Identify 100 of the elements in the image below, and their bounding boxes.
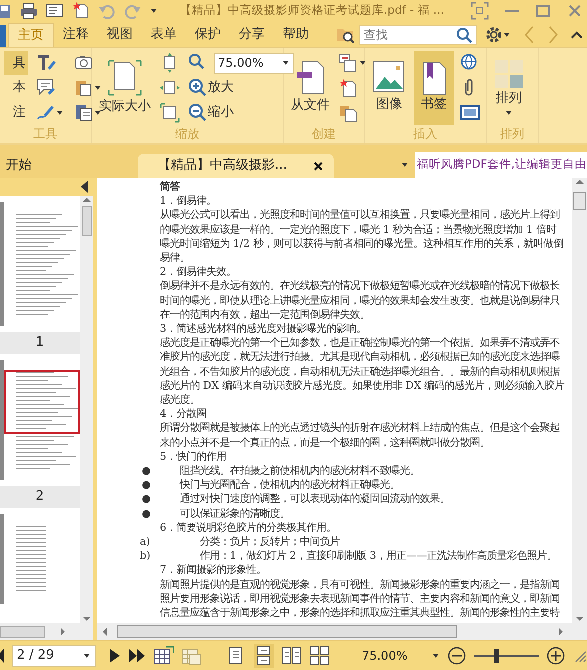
mail-icon (46, 2, 64, 20)
close-icon (567, 3, 583, 19)
search-field[interactable]: 查找 (359, 24, 477, 44)
next-icon (108, 646, 120, 664)
scrollbar-thumb[interactable] (573, 192, 586, 210)
mail-button[interactable] (46, 2, 64, 20)
image-icon (373, 61, 406, 96)
menu-tab[interactable]: 注释 (54, 23, 98, 47)
page-thumbnail[interactable] (0, 202, 80, 326)
caret-icon (56, 108, 64, 117)
page-number-field[interactable]: 2 / 29 (12, 644, 96, 666)
caret-icon (82, 652, 91, 660)
last-page-icon (128, 646, 146, 664)
image-button[interactable]: 图像 (369, 51, 410, 125)
fit-visible-button[interactable] (158, 100, 182, 125)
page-number: 1 (0, 332, 80, 354)
collapse-panel-button[interactable] (79, 179, 89, 195)
group-label: 缩放 (174, 126, 200, 143)
paragraph: 倒易律并不是永远有效的。在光线极亮的情况下做极短暂曝光或在光线极暗的情况下做极长时间的曝光，即使从理论上讲曝光量应相同，曝光的效果却会发生改变。也就是说倒易律只在一的范围内有效，超出一定范围倒易律失效。 (159, 279, 561, 322)
bullet-marker: ● (141, 492, 152, 507)
stamp-icon (74, 102, 94, 123)
scroll-right-icon[interactable] (557, 626, 565, 636)
previous-view-button[interactable] (154, 646, 174, 666)
scroll-left-icon[interactable] (101, 626, 109, 636)
tool-button[interactable]: 注 (4, 100, 28, 125)
zoom-in-button[interactable] (547, 646, 565, 664)
collapse-icon (79, 179, 89, 195)
scrollbar-thumb[interactable] (0, 626, 45, 638)
next-page-button[interactable] (108, 646, 120, 664)
scrollbar-thumb[interactable] (82, 206, 92, 236)
minimize-button[interactable] (505, 9, 519, 13)
page-view-button[interactable] (310, 644, 330, 668)
arrange-button[interactable]: 排列 (491, 51, 527, 125)
paragraph: 所谓分散圈就是被摄体上的光点透过镜头的折射在感光材料上结成的焦点。但是这个会聚起来的小点并不是一个真正的点，而是一个极细的圈，这种圈就叫做分散圈。 (159, 421, 561, 450)
zoom-out-icon (448, 646, 466, 664)
scrollbar-thumb[interactable] (117, 625, 457, 638)
fit-visible-icon (160, 102, 180, 123)
caret-icon (282, 59, 290, 68)
zoom-out-icon (188, 102, 208, 123)
document-tab[interactable]: 【精品】中高级摄影... (138, 154, 334, 178)
file-icon (294, 60, 326, 96)
page-view-button[interactable] (254, 644, 274, 668)
actual-size-button[interactable]: 实际大小 (96, 51, 154, 125)
fullscreen-button[interactable] (471, 2, 489, 20)
menu-tab[interactable]: 表单 (142, 23, 186, 47)
group-label: 创建 (311, 126, 337, 143)
tab-list-button[interactable] (400, 161, 411, 169)
menu-tab[interactable]: 帮助 (274, 23, 318, 47)
search-icon[interactable] (456, 26, 473, 44)
zoom-level-text: 75.00% (362, 648, 408, 664)
paragraph: 6．简要说明彩色胶片的分类极其作用。 (159, 520, 338, 536)
paragraph: 3．简述感光材料的感光度对摄影曝光的影响。 (159, 322, 368, 336)
caret-icon (505, 108, 513, 117)
tool-button[interactable]: 具 (4, 51, 28, 76)
settings-button[interactable] (485, 26, 511, 44)
zoom-out-button[interactable] (448, 646, 466, 664)
customize-button[interactable] (150, 7, 158, 15)
zoom-select[interactable]: 75.00% (214, 52, 294, 74)
caret-icon (94, 84, 102, 92)
maximize-icon (535, 3, 551, 19)
heading: 简答 (159, 180, 182, 194)
list-item-text: 作用：1，做幻灯片 2，直接印刷制版 3，用正——正洗法制作高质量彩色照片。 (200, 549, 558, 564)
menu-tab[interactable]: 分享 (230, 23, 274, 47)
last-page-button[interactable] (128, 646, 146, 664)
close-button[interactable] (567, 3, 583, 19)
bookmark-button[interactable]: 书签 (414, 51, 454, 125)
zoom-in-icon (547, 646, 565, 664)
paragraph: 7．新闻摄影的形象性。 (159, 563, 268, 578)
save-button[interactable] (0, 2, 12, 20)
tool-button[interactable]: 本 (4, 76, 28, 100)
table-icon (154, 646, 174, 666)
window-title: 【精品】中高级摄影师资格证考试题库.pdf - 福 ... (180, 2, 444, 20)
scroll-right-icon[interactable] (59, 626, 67, 636)
video-icon (460, 102, 480, 123)
new-document-icon (72, 1, 90, 21)
maximize-button[interactable] (535, 3, 551, 19)
list-item-text: 快门与光圈配合，使相机内的感光材料正确曝光。 (180, 478, 400, 492)
paragraph: 2．倒易律失效。 (159, 265, 238, 280)
bullet-marker: ● (141, 464, 152, 478)
menu-tab[interactable]: 视图 (98, 23, 142, 47)
slider-thumb[interactable] (494, 648, 499, 662)
fullscreen-icon (471, 2, 489, 20)
menu-tab[interactable]: 保护 (186, 23, 230, 47)
close-icon[interactable] (313, 160, 324, 172)
zoom-menu-button[interactable] (432, 652, 440, 660)
resize-grip-icon[interactable] (573, 648, 587, 662)
caret-icon (503, 30, 511, 38)
paragraph: 4．分散圈 (159, 407, 208, 422)
minimize-icon (505, 9, 519, 13)
caret-icon (150, 7, 158, 15)
new-document-button[interactable] (72, 1, 90, 21)
scroll-up-icon[interactable] (82, 196, 92, 204)
page-thumbnail[interactable] (0, 360, 80, 480)
ad-banner[interactable]: 福昕风腾PDF套件,让编辑更自由 (414, 152, 587, 178)
print-button[interactable] (20, 2, 38, 20)
comment-icon (36, 78, 56, 98)
page-number: 2 (0, 486, 80, 508)
document-tab[interactable]: 开始 (0, 154, 38, 178)
collapse-ribbon-button[interactable] (571, 30, 583, 40)
group-label: 插入 (412, 126, 438, 143)
